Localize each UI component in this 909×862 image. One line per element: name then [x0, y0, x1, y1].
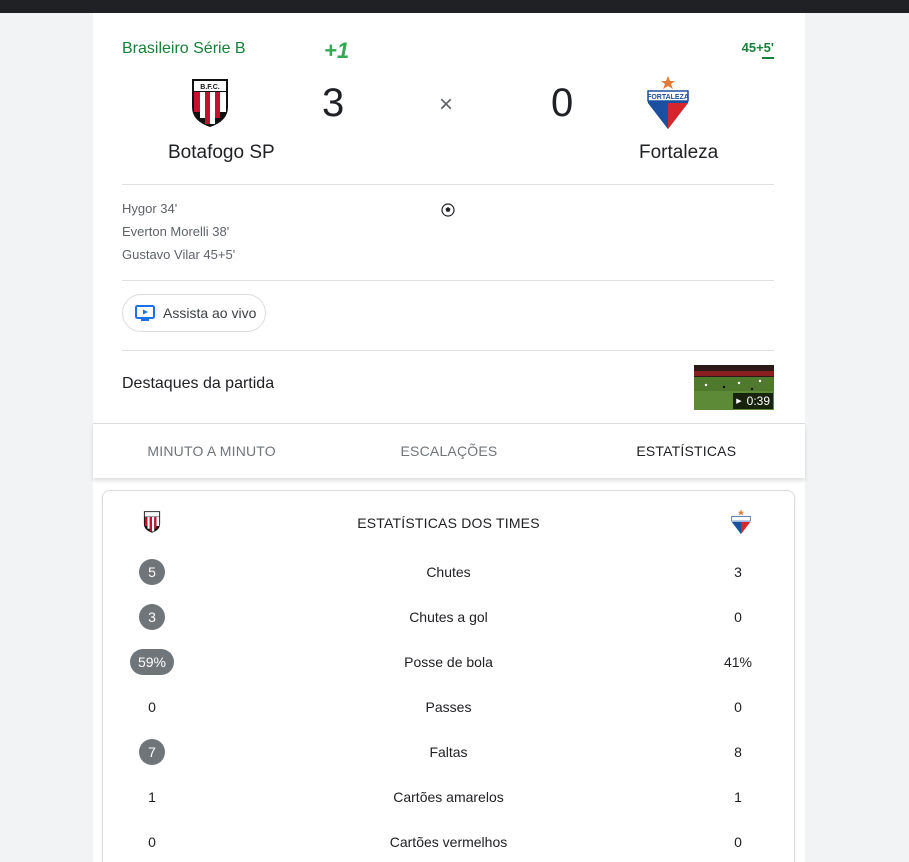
watch-live-button[interactable]: Assista ao vivo [122, 294, 266, 332]
play-icon: ▶ [736, 398, 742, 405]
stat-row-yellow-cards: 1 Cartões amarelos 1 [103, 784, 794, 814]
stat-label: Faltas [429, 744, 468, 760]
stat-away-value: 0 [734, 834, 742, 850]
scorer-item: Gustavo Vilar 45+5' [122, 247, 236, 262]
video-duration-badge: ▶ 0:39 [733, 393, 773, 409]
stat-row-shots: 5 Chutes 3 [103, 559, 794, 589]
stat-label: Cartões amarelos [393, 789, 504, 805]
away-score: 0 [551, 81, 574, 125]
divider [122, 184, 774, 185]
fortaleza-crest-icon[interactable]: FORTALEZA [645, 75, 691, 131]
soccer-ball-icon [441, 203, 455, 217]
stats-title: ESTATÍSTICAS DOS TIMES [357, 515, 540, 531]
stat-away-value: 41% [723, 654, 753, 670]
tab-lineups[interactable]: ESCALAÇÕES [330, 424, 567, 478]
stat-label: Passes [425, 699, 472, 715]
tab-statistics[interactable]: ESTATÍSTICAS [568, 424, 805, 478]
live-time-text: 45+5' [741, 40, 774, 55]
botafogo-crest-icon[interactable]: B.F.C. [190, 77, 230, 129]
stat-row-red-cards: 0 Cartões vermelhos 0 [103, 829, 794, 859]
stat-label: Chutes a gol [409, 609, 488, 625]
stat-row-fouls: 7 Faltas 8 [103, 739, 794, 769]
match-tabs: MINUTO A MINUTO ESCALAÇÕES ESTATÍSTICAS [93, 423, 805, 478]
stats-header: ESTATÍSTICAS DOS TIMES [103, 491, 794, 551]
stat-away-value: 8 [734, 744, 742, 760]
stat-away-value: 3 [734, 564, 742, 580]
stat-away-value: 0 [734, 699, 742, 715]
watch-live-label: Assista ao vivo [163, 305, 257, 321]
away-team-name[interactable]: Fortaleza [639, 142, 718, 164]
score-change-indicator: +1 [324, 38, 350, 63]
scorer-item: Everton Morelli 38' [122, 224, 230, 239]
tab-minute-by-minute[interactable]: MINUTO A MINUTO [93, 424, 330, 478]
stat-label: Posse de bola [404, 654, 493, 670]
live-tv-icon [135, 305, 155, 321]
stat-row-passes: 0 Passes 0 [103, 694, 794, 724]
stat-row-shots-on-goal: 3 Chutes a gol 0 [103, 604, 794, 634]
divider [122, 280, 774, 281]
stat-label: Cartões vermelhos [389, 834, 508, 850]
home-score: 3 [322, 81, 345, 125]
divider [122, 350, 774, 351]
score-separator: × [439, 91, 454, 118]
live-time-underline [761, 57, 774, 59]
video-duration: 0:39 [746, 394, 770, 408]
highlights-title[interactable]: Destaques da partida [122, 375, 274, 393]
match-card: Brasileiro Série B +1 45+5' B.F.C. FORTA… [93, 13, 805, 862]
scorer-item: Hygor 34' [122, 201, 178, 216]
away-crest-text: FORTALEZA [647, 94, 689, 101]
home-scorers-list: Hygor 34' Everton Morelli 38' Gustavo Vi… [122, 201, 235, 270]
home-crest-text: B.F.C. [200, 84, 220, 91]
highlights-video-thumbnail[interactable]: ▶ 0:39 [694, 365, 774, 410]
fortaleza-crest-small-icon [731, 509, 751, 535]
browser-top-bar [0, 0, 909, 13]
stat-row-possession: 59% Posse de bola 41% [103, 649, 794, 679]
stat-away-value: 1 [734, 789, 742, 805]
home-team-name[interactable]: Botafogo SP [168, 142, 275, 164]
stat-label: Chutes [426, 564, 471, 580]
team-stats-card: ESTATÍSTICAS DOS TIMES 5 Chutes 3 3 Chut… [102, 490, 795, 862]
live-match-time: 45+5' [741, 40, 774, 59]
league-name[interactable]: Brasileiro Série B [122, 40, 246, 58]
stat-away-value: 0 [734, 609, 742, 625]
